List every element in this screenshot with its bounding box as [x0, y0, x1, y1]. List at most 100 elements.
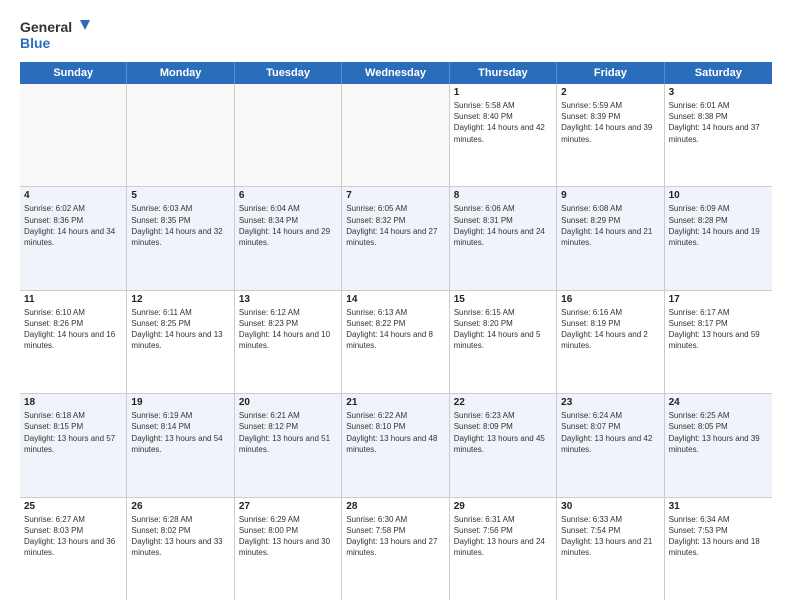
day-number: 2: [561, 87, 659, 98]
calendar-cell: 21 Sunrise: 6:22 AM Sunset: 8:10 PM Dayli…: [342, 394, 449, 496]
cell-info: Sunrise: 6:34 AM Sunset: 7:53 PM Dayligh…: [669, 514, 768, 559]
day-number: 5: [131, 190, 229, 201]
day-number: 11: [24, 294, 122, 305]
day-number: 13: [239, 294, 337, 305]
calendar-cell: 15Sunrise: 6:15 AM Sunset: 8:20 PM Dayli…: [450, 291, 557, 393]
cell-info: Sunrise: 6:27 AM Sunset: 8:03 PM Dayligh…: [24, 514, 122, 559]
day-number: 4: [24, 190, 122, 201]
weekday-header: Friday: [557, 62, 664, 84]
calendar-row: 11 Sunrise: 6:10 AM Sunset: 8:26 PM Dayli…: [20, 291, 772, 394]
day-number: 19: [131, 397, 229, 408]
page: GeneralBlue SundayMondayTuesdayWednesday…: [0, 0, 792, 612]
day-number: 31: [669, 501, 768, 512]
calendar-cell: 10 Sunrise: 6:09 AM Sunset: 8:28 PM Dayli…: [665, 187, 772, 289]
calendar-cell: 18 Sunrise: 6:18 AM Sunset: 8:15 PM Dayli…: [20, 394, 127, 496]
cell-info: Sunrise: 6:18 AM Sunset: 8:15 PM Dayligh…: [24, 410, 122, 455]
day-number: 18: [24, 397, 122, 408]
cell-info: Sunrise: 6:09 AM Sunset: 8:28 PM Dayligh…: [669, 203, 768, 248]
calendar-cell: [235, 84, 342, 186]
cell-info: Sunrise: 6:02 AM Sunset: 8:36 PM Dayligh…: [24, 203, 122, 248]
cell-info: Sunrise: 6:11 AM Sunset: 8:25 PM Dayligh…: [131, 307, 229, 352]
calendar-cell: 11 Sunrise: 6:10 AM Sunset: 8:26 PM Dayli…: [20, 291, 127, 393]
day-number: 6: [239, 190, 337, 201]
cell-info: Sunrise: 6:16 AM Sunset: 8:19 PM Dayligh…: [561, 307, 659, 352]
calendar-cell: 8Sunrise: 6:06 AM Sunset: 8:31 PM Daylig…: [450, 187, 557, 289]
day-number: 26: [131, 501, 229, 512]
cell-info: Sunrise: 6:31 AM Sunset: 7:56 PM Dayligh…: [454, 514, 552, 559]
calendar-cell: [127, 84, 234, 186]
calendar-cell: 4 Sunrise: 6:02 AM Sunset: 8:36 PM Daylig…: [20, 187, 127, 289]
day-number: 30: [561, 501, 659, 512]
weekday-header: Tuesday: [235, 62, 342, 84]
svg-text:Blue: Blue: [20, 35, 51, 51]
cell-info: Sunrise: 6:13 AM Sunset: 8:22 PM Dayligh…: [346, 307, 444, 352]
day-number: 7: [346, 190, 444, 201]
calendar-cell: 6 Sunrise: 6:04 AM Sunset: 8:34 PM Daylig…: [235, 187, 342, 289]
calendar-cell: 2 Sunrise: 5:59 AM Sunset: 8:39 PM Daylig…: [557, 84, 664, 186]
calendar-cell: [342, 84, 449, 186]
calendar-cell: 25 Sunrise: 6:27 AM Sunset: 8:03 PM Dayli…: [20, 498, 127, 600]
calendar-body: 1 Sunrise: 5:58 AM Sunset: 8:40 PM Daylig…: [20, 84, 772, 600]
calendar-cell: 31 Sunrise: 6:34 AM Sunset: 7:53 PM Dayli…: [665, 498, 772, 600]
day-number: 1: [454, 87, 552, 98]
calendar-cell: 24 Sunrise: 6:25 AM Sunset: 8:05 PM Dayli…: [665, 394, 772, 496]
cell-info: Sunrise: 6:33 AM Sunset: 7:54 PM Dayligh…: [561, 514, 659, 559]
cell-info: Sunrise: 6:01 AM Sunset: 8:38 PM Dayligh…: [669, 100, 768, 145]
day-number: 10: [669, 190, 768, 201]
calendar-cell: 26 Sunrise: 6:28 AM Sunset: 8:02 PM Dayli…: [127, 498, 234, 600]
day-number: 25: [24, 501, 122, 512]
cell-info: Sunrise: 6:24 AM Sunset: 8:07 PM Dayligh…: [561, 410, 659, 455]
day-number: 22: [454, 397, 552, 408]
cell-info: Sunrise: 6:10 AM Sunset: 8:26 PM Dayligh…: [24, 307, 122, 352]
cell-info: Sunrise: 6:06 AM Sunset: 8:31 PM Dayligh…: [454, 203, 552, 248]
calendar-row: 25 Sunrise: 6:27 AM Sunset: 8:03 PM Dayli…: [20, 498, 772, 600]
calendar-cell: 1 Sunrise: 5:58 AM Sunset: 8:40 PM Daylig…: [450, 84, 557, 186]
calendar-cell: 12 Sunrise: 6:11 AM Sunset: 8:25 PM Dayli…: [127, 291, 234, 393]
weekday-header: Saturday: [665, 62, 772, 84]
cell-info: Sunrise: 6:21 AM Sunset: 8:12 PM Dayligh…: [239, 410, 337, 455]
day-number: 3: [669, 87, 768, 98]
day-number: 21: [346, 397, 444, 408]
day-number: 9: [561, 190, 659, 201]
day-number: 14: [346, 294, 444, 305]
calendar-cell: 22 Sunrise: 6:23 AM Sunset: 8:09 PM Dayli…: [450, 394, 557, 496]
calendar-cell: 14 Sunrise: 6:13 AM Sunset: 8:22 PM Dayli…: [342, 291, 449, 393]
weekday-header: Wednesday: [342, 62, 449, 84]
weekday-header: Thursday: [450, 62, 557, 84]
calendar-cell: [20, 84, 127, 186]
cell-info: Sunrise: 6:08 AM Sunset: 8:29 PM Dayligh…: [561, 203, 659, 248]
day-number: 27: [239, 501, 337, 512]
logo: GeneralBlue: [20, 16, 90, 52]
cell-info: Sunrise: 5:59 AM Sunset: 8:39 PM Dayligh…: [561, 100, 659, 145]
weekday-header: Monday: [127, 62, 234, 84]
cell-info: Sunrise: 6:04 AM Sunset: 8:34 PM Dayligh…: [239, 203, 337, 248]
calendar-cell: 27Sunrise: 6:29 AM Sunset: 8:00 PM Dayli…: [235, 498, 342, 600]
cell-info: Sunrise: 6:19 AM Sunset: 8:14 PM Dayligh…: [131, 410, 229, 455]
calendar-cell: 13Sunrise: 6:12 AM Sunset: 8:23 PM Dayli…: [235, 291, 342, 393]
day-number: 16: [561, 294, 659, 305]
calendar-row: 4 Sunrise: 6:02 AM Sunset: 8:36 PM Daylig…: [20, 187, 772, 290]
day-number: 20: [239, 397, 337, 408]
cell-info: Sunrise: 6:22 AM Sunset: 8:10 PM Dayligh…: [346, 410, 444, 455]
cell-info: Sunrise: 6:15 AM Sunset: 8:20 PM Dayligh…: [454, 307, 552, 352]
cell-info: Sunrise: 6:28 AM Sunset: 8:02 PM Dayligh…: [131, 514, 229, 559]
calendar-cell: 30 Sunrise: 6:33 AM Sunset: 7:54 PM Dayli…: [557, 498, 664, 600]
calendar-header: SundayMondayTuesdayWednesdayThursdayFrid…: [20, 62, 772, 84]
calendar-cell: 7Sunrise: 6:05 AM Sunset: 8:32 PM Daylig…: [342, 187, 449, 289]
cell-info: Sunrise: 6:25 AM Sunset: 8:05 PM Dayligh…: [669, 410, 768, 455]
calendar-cell: 28Sunrise: 6:30 AM Sunset: 7:58 PM Dayli…: [342, 498, 449, 600]
calendar-row: 1 Sunrise: 5:58 AM Sunset: 8:40 PM Daylig…: [20, 84, 772, 187]
day-number: 23: [561, 397, 659, 408]
day-number: 28: [346, 501, 444, 512]
day-number: 24: [669, 397, 768, 408]
calendar-cell: 19 Sunrise: 6:19 AM Sunset: 8:14 PM Dayli…: [127, 394, 234, 496]
day-number: 12: [131, 294, 229, 305]
calendar-cell: 9 Sunrise: 6:08 AM Sunset: 8:29 PM Daylig…: [557, 187, 664, 289]
cell-info: Sunrise: 5:58 AM Sunset: 8:40 PM Dayligh…: [454, 100, 552, 145]
calendar-cell: 29Sunrise: 6:31 AM Sunset: 7:56 PM Dayli…: [450, 498, 557, 600]
header: GeneralBlue: [20, 16, 772, 52]
cell-info: Sunrise: 6:03 AM Sunset: 8:35 PM Dayligh…: [131, 203, 229, 248]
calendar: SundayMondayTuesdayWednesdayThursdayFrid…: [20, 62, 772, 600]
cell-info: Sunrise: 6:17 AM Sunset: 8:17 PM Dayligh…: [669, 307, 768, 352]
cell-info: Sunrise: 6:23 AM Sunset: 8:09 PM Dayligh…: [454, 410, 552, 455]
